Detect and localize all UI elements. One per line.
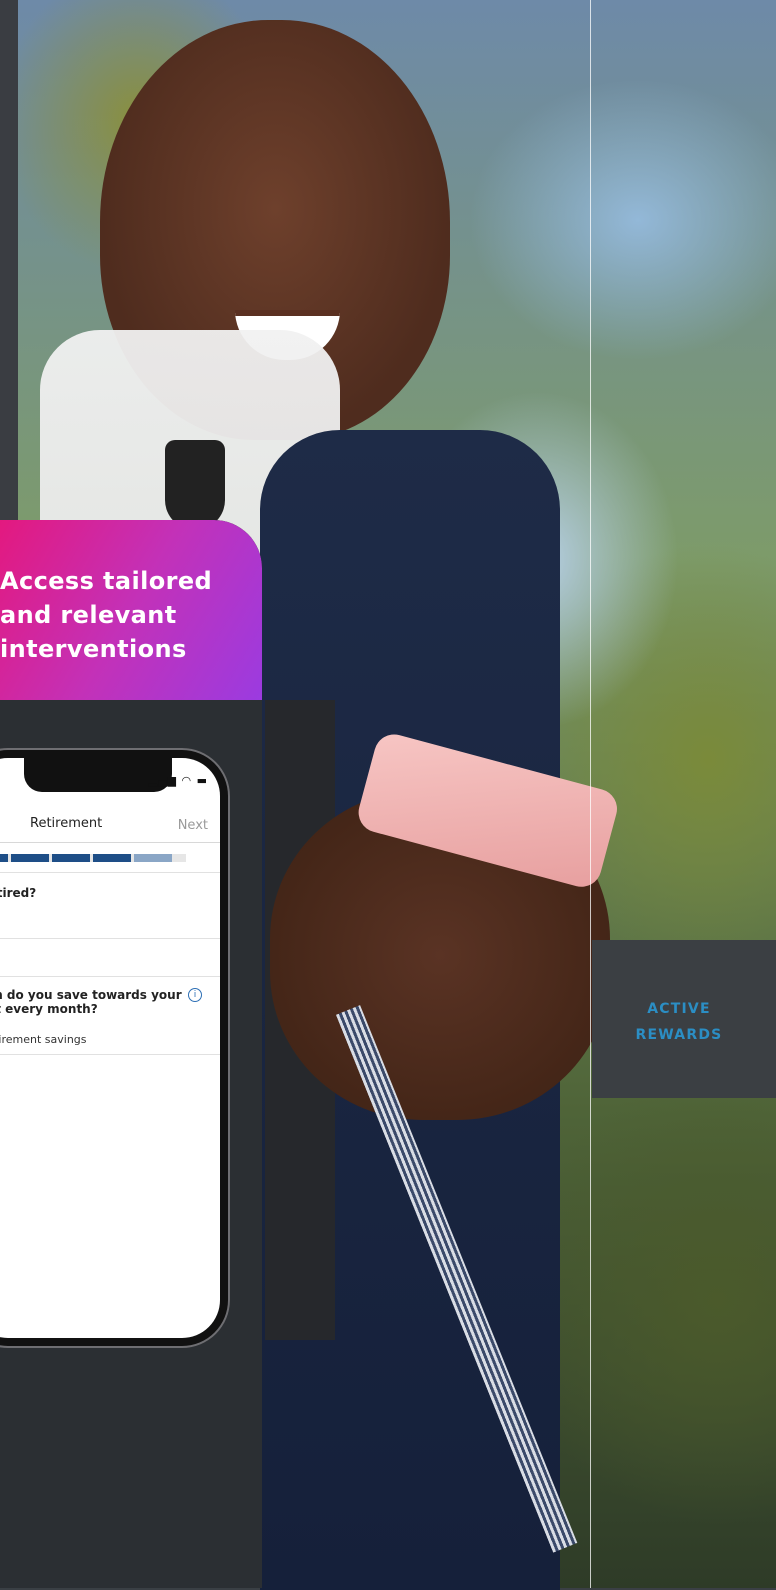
banner-line: Access tailored bbox=[0, 567, 213, 595]
savings-input-label[interactable]: ly retirement savings bbox=[0, 1033, 87, 1046]
phone-screen: ▂▄▆ ◠ ▬ Retirement Next u retired? nuch … bbox=[0, 758, 220, 1338]
left-edge-strip bbox=[0, 0, 18, 520]
feature-panel: Access tailored and relevant interventio… bbox=[0, 520, 262, 1588]
progress-bar bbox=[0, 854, 186, 862]
banner-heading: Access tailored and relevant interventio… bbox=[0, 564, 213, 666]
feature-banner: Access tailored and relevant interventio… bbox=[0, 520, 262, 700]
divider bbox=[0, 1054, 220, 1055]
rewards-line: ACTIVE bbox=[647, 1001, 711, 1017]
progress-segment-partial bbox=[134, 854, 172, 862]
divider bbox=[0, 938, 220, 939]
progress-segment bbox=[52, 854, 90, 862]
vertical-divider bbox=[590, 0, 591, 1588]
screen-title: Retirement bbox=[30, 816, 103, 831]
question-retired: u retired? bbox=[0, 886, 37, 900]
next-button[interactable]: Next bbox=[178, 818, 208, 833]
active-rewards-label: ACTIVE REWARDS bbox=[592, 996, 766, 1048]
divider bbox=[0, 872, 220, 873]
banner-line: interventions bbox=[0, 635, 187, 663]
progress-segment bbox=[93, 854, 131, 862]
info-icon[interactable]: i bbox=[188, 988, 202, 1002]
status-bar-icons: ▂▄▆ ◠ ▬ bbox=[148, 774, 208, 787]
phone-mockup: ▂▄▆ ◠ ▬ Retirement Next u retired? nuch … bbox=[0, 748, 230, 1348]
person-tie-knot bbox=[165, 440, 225, 530]
active-rewards-tab[interactable]: ACTIVE REWARDS bbox=[592, 940, 776, 1098]
banner-line: and relevant bbox=[0, 601, 177, 629]
question-line: nuch do you save towards your bbox=[0, 988, 182, 1002]
divider bbox=[0, 976, 220, 977]
question-monthly-savings: nuch do you save towards your nent every… bbox=[0, 988, 182, 1016]
progress-segment bbox=[11, 854, 49, 862]
rewards-line: REWARDS bbox=[635, 1027, 723, 1043]
progress-segment bbox=[0, 854, 8, 862]
question-line: nent every month? bbox=[0, 1002, 98, 1016]
divider bbox=[0, 842, 220, 843]
